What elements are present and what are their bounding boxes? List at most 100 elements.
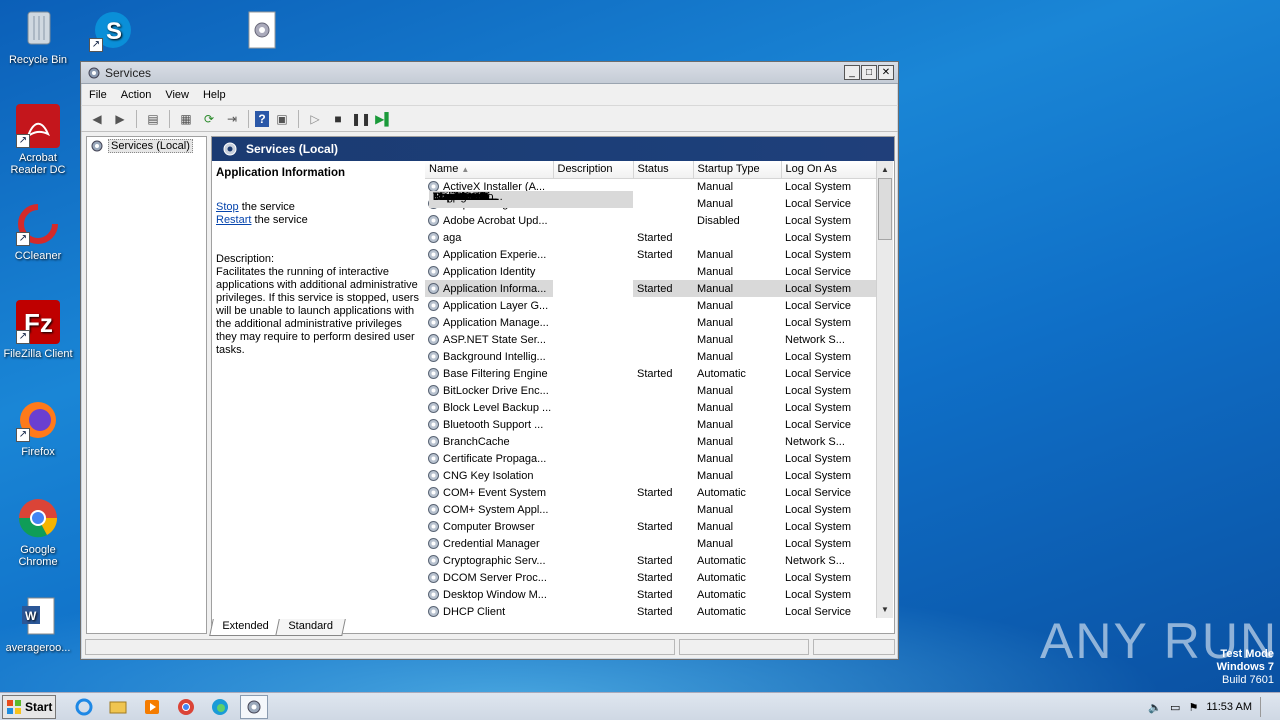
cell-startup-type: Manual — [697, 299, 734, 312]
taskbar: Start 🔈 ▭ ⚑ 11:53 AM — [0, 692, 1280, 720]
clock[interactable]: 11:53 AM — [1206, 701, 1252, 713]
cell-name: Application Informa... — [425, 280, 553, 297]
table-row[interactable]: Application Manage... Processes i... Manua… — [425, 191, 877, 331]
desktop-icon-acrobat[interactable]: ↗ Acrobat Reader DC — [0, 104, 76, 176]
table-row[interactable]: Certificate Propaga... Copies use... Manua… — [425, 191, 877, 467]
service-gear-icon — [428, 436, 439, 447]
table-row[interactable]: Desktop Window M... Provides D... Started A… — [425, 191, 877, 603]
edge-icon — [212, 698, 228, 715]
start-button[interactable]: Start — [2, 694, 56, 719]
service-gear-icon — [428, 385, 439, 396]
scroll-down-arrow-icon[interactable]: ▼ — [877, 601, 893, 618]
cell-log-on-as: Local System — [785, 469, 852, 482]
speaker-icon[interactable]: 🔈 — [1148, 701, 1162, 714]
service-gear-icon — [428, 589, 439, 600]
cell-log-on-as: Local System — [785, 588, 852, 601]
table-row[interactable]: Application IdentityDetermines...ManualL… — [425, 191, 877, 280]
flag-icon[interactable]: ⚑ — [1188, 701, 1198, 714]
table-row[interactable]: BitLocker Drive Enc... BDESVC ho... Manual… — [425, 191, 877, 399]
table-row[interactable]: Application Experie...Processes ...Start… — [425, 191, 877, 263]
stop-service-link[interactable]: Stop — [216, 201, 239, 213]
network-icon[interactable]: ▭ — [1170, 701, 1180, 714]
table-row[interactable]: Application Informa... Facilitates ... Sta… — [425, 191, 877, 297]
column-header-startup-type[interactable]: Startup Type — [693, 161, 782, 179]
table-row[interactable]: Credential Manager Provides s... Manual Loc… — [425, 191, 877, 552]
desktop-icon-skype[interactable]: S ↗ — [73, 8, 149, 56]
cell-name: Application Identity — [425, 263, 553, 280]
table-row[interactable]: Base Filtering Engine The Base F... Starte… — [425, 191, 877, 382]
help-icon[interactable]: ? — [255, 110, 269, 127]
desktop-icon-ccleaner[interactable]: ↗ CCleaner — [0, 202, 76, 262]
show-hide-console-tree-icon[interactable]: ▤ — [143, 109, 163, 129]
restart-service-link[interactable]: Restart — [216, 214, 251, 226]
table-row[interactable]: DCOM Server Proc... The DCOM... Started Aut… — [425, 191, 877, 586]
desktop-icon-word-doc[interactable]: W averageroo... — [0, 594, 76, 654]
table-row[interactable]: COM+ System Appl... Manages t... Manual Loc… — [425, 191, 877, 518]
column-header-log-on-as[interactable]: Log On As — [781, 161, 878, 179]
restart-service-icon[interactable]: ▶▌ — [374, 109, 394, 129]
table-row[interactable]: CNG Key Isolation The CNG k... Manual Local… — [425, 191, 877, 484]
properties-icon[interactable]: ▦ — [176, 109, 196, 129]
scroll-up-arrow-icon[interactable]: ▲ — [877, 161, 893, 178]
desktop-icon-chrome[interactable]: Google Chrome — [0, 496, 76, 568]
menu-view[interactable]: View — [165, 89, 189, 101]
cell-name: ASP.NET State Ser... — [425, 331, 553, 348]
taskbar-media-player[interactable] — [138, 695, 166, 719]
table-row[interactable]: Computer Browser Maintains a... Started Man… — [425, 191, 877, 535]
export-list-icon[interactable]: ⇥ — [222, 109, 242, 129]
start-label: Start — [25, 699, 53, 714]
column-header-description[interactable]: Description — [553, 161, 634, 179]
table-row[interactable]: Application Layer G... Provides s... Manua… — [425, 191, 877, 314]
show-desktop-button[interactable] — [1260, 697, 1274, 717]
service-gear-icon — [428, 419, 439, 430]
table-row[interactable]: COM+ Event System Supports S... Started Aut… — [425, 191, 877, 501]
show-hide-action-pane-icon[interactable]: ▣ — [272, 109, 292, 129]
table-row[interactable]: Adobe Acrobat Upd...Adobe Acr...Disabled… — [425, 191, 877, 229]
refresh-icon[interactable]: ⟳ — [199, 109, 219, 129]
cell-log-on-as: Local Service — [785, 265, 852, 278]
taskbar-explorer[interactable] — [104, 695, 132, 719]
taskbar-services[interactable] — [240, 694, 268, 719]
column-header-label: Name — [429, 163, 459, 176]
back-arrow-icon[interactable]: ◀ — [87, 109, 107, 129]
table-row[interactable]: ASP.NET State Ser... Provides s... Manual N… — [425, 191, 877, 348]
table-row[interactable]: Cryptographic Serv... Provides fo... Start… — [425, 191, 877, 569]
desktop-icon-firefox[interactable]: ↗ Firefox — [0, 398, 76, 458]
cell-status: Started — [637, 367, 673, 380]
forward-arrow-icon[interactable]: ▶ — [110, 109, 130, 129]
cell-log-on-as: Local Service — [785, 605, 852, 618]
maximize-button[interactable]: □ — [861, 65, 877, 80]
table-row[interactable]: DHCP Client Registers a... Started Automati… — [425, 191, 877, 618]
desktop-icon-recycle-bin[interactable]: Recycle Bin — [0, 6, 76, 66]
stop-service-icon[interactable]: ■ — [328, 109, 348, 129]
cell-startup-type: Manual — [697, 180, 734, 193]
tab-standard[interactable]: Standard — [275, 619, 346, 636]
taskbar-chrome[interactable] — [172, 695, 200, 719]
taskbar-internet-explorer[interactable] — [70, 695, 98, 719]
close-button[interactable]: ✕ — [878, 65, 894, 80]
table-row[interactable]: Block Level Backup ... The WBEN... Manual L… — [425, 191, 877, 416]
menu-help[interactable]: Help — [203, 89, 226, 101]
table-row[interactable]: BranchCache This servic... Manual Network S… — [425, 191, 877, 450]
menu-file[interactable]: File — [89, 89, 107, 101]
desktop-icon-services-file[interactable] — [223, 8, 299, 56]
column-header-name[interactable]: Name ▲ — [425, 161, 554, 179]
vertical-scrollbar[interactable]: ▲ ▼ — [876, 161, 893, 618]
minimize-button[interactable]: _ — [844, 65, 860, 80]
desktop-icon-filezilla[interactable]: Fz ↗ FileZilla Client — [0, 300, 76, 360]
table-row[interactable]: Background Intellig... Transfers f... Manu… — [425, 191, 877, 365]
menu-action[interactable]: Action — [121, 89, 152, 101]
taskbar-edge[interactable] — [206, 695, 234, 719]
service-name: Adobe Acrobat Upd... — [443, 215, 548, 227]
cell-log-on-as: Local System — [785, 384, 852, 397]
table-row[interactable]: aga<Failed to ...StartedLocal System — [425, 191, 877, 246]
table-row[interactable]: Bluetooth Support ... The Blueto... Manual… — [425, 191, 877, 433]
column-header-status[interactable]: Status — [633, 161, 694, 179]
start-service-icon[interactable]: ▷ — [305, 109, 325, 129]
service-name: ASP.NET State Ser... — [443, 334, 546, 346]
title-bar[interactable]: Services _ □ ✕ — [81, 62, 898, 84]
scrollbar-thumb[interactable] — [878, 178, 892, 240]
tab-extended[interactable]: Extended — [209, 619, 282, 636]
pause-service-icon[interactable]: ❚❚ — [351, 109, 371, 129]
tree-node-services-local[interactable]: Services (Local) — [87, 137, 206, 155]
